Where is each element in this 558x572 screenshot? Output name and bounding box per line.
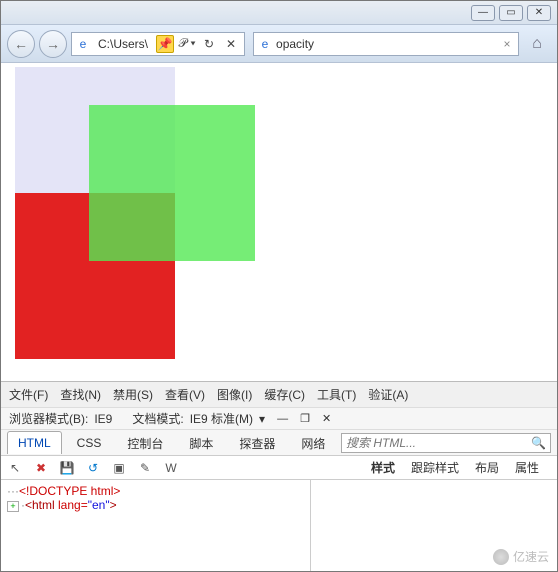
src-lang-attr: lang= — [58, 498, 88, 512]
menu-disable[interactable]: 禁用(S) — [113, 386, 153, 403]
src-html-open: <html — [25, 498, 58, 512]
tab-script[interactable]: 脚本 — [178, 430, 224, 456]
address-bar: ← → e C:\Users\ 📌 𝒫 ▾ ↻ ✕ e opacity × ⌂ — [1, 25, 557, 63]
edit-icon[interactable]: ✎ — [137, 460, 153, 476]
window-titlebar: — ▭ ✕ — [1, 1, 557, 25]
menu-tools[interactable]: 工具(T) — [317, 386, 356, 403]
menu-view[interactable]: 查看(V) — [165, 386, 205, 403]
demo-box-green — [89, 105, 255, 261]
doc-mode-value[interactable]: IE9 标准(M) — [190, 410, 253, 427]
devtools-toolbar: ↖ ✖ 💾 ↺ ▣ ✎ W 样式 跟踪样式 布局 属性 — [1, 455, 557, 479]
src-lang-val: "en" — [88, 498, 110, 512]
clear-cache-icon[interactable]: ✖ — [33, 460, 49, 476]
minimize-button[interactable]: — — [471, 5, 495, 21]
stop-icon[interactable]: ✕ — [222, 35, 240, 53]
save-icon[interactable]: 💾 — [59, 460, 75, 476]
compat-icon[interactable]: 📌 — [156, 35, 174, 53]
url-field[interactable]: e C:\Users\ 📌 𝒫 ▾ ↻ ✕ — [71, 32, 245, 56]
tab-css[interactable]: CSS — [66, 431, 113, 454]
home-button[interactable]: ⌂ — [523, 30, 551, 58]
menu-cache[interactable]: 缓存(C) — [264, 386, 305, 403]
tab-close-icon[interactable]: × — [500, 37, 514, 51]
wordwrap-icon[interactable]: W — [163, 460, 179, 476]
watermark-icon — [493, 549, 509, 565]
close-button[interactable]: ✕ — [527, 5, 551, 21]
select-element-icon[interactable]: ↖ — [7, 460, 23, 476]
watermark-text: 亿速云 — [513, 548, 549, 565]
devtools-menubar: 文件(F) 查找(N) 禁用(S) 查看(V) 图像(I) 缓存(C) 工具(T… — [1, 381, 557, 407]
menu-validate[interactable]: 验证(A) — [368, 386, 408, 403]
tab-console[interactable]: 控制台 — [116, 430, 174, 456]
watermark: 亿速云 — [493, 548, 549, 565]
menu-image[interactable]: 图像(I) — [217, 386, 252, 403]
url-text: C:\Users\ — [94, 37, 152, 51]
outline-icon[interactable]: ▣ — [111, 460, 127, 476]
maximize-button[interactable]: ▭ — [499, 5, 523, 21]
rtab-trace[interactable]: 跟踪样式 — [411, 459, 459, 476]
refresh-tree-icon[interactable]: ↺ — [85, 460, 101, 476]
rtab-attrs[interactable]: 属性 — [515, 459, 539, 476]
tree-expand-icon[interactable]: + — [7, 501, 19, 512]
dom-tree[interactable]: ···<!DOCTYPE html> +·<html lang="en"> — [1, 480, 311, 571]
mode-bar: 浏览器模式(B): IE9 文档模式: IE9 标准(M) ▾ — ❐ ✕ — [1, 407, 557, 429]
doc-mode-label: 文档模式: — [132, 410, 183, 427]
refresh-icon[interactable]: ↻ — [200, 35, 218, 53]
search-input[interactable] — [346, 436, 531, 450]
forward-button[interactable]: → — [39, 30, 67, 58]
tab-title: opacity — [276, 37, 314, 51]
browser-mode-label: 浏览器模式(B): — [9, 410, 88, 427]
devtools-minimize-icon[interactable]: — — [277, 413, 288, 425]
ie-tab-icon: e — [258, 37, 272, 51]
menu-find[interactable]: 查找(N) — [60, 386, 101, 403]
rtab-style[interactable]: 样式 — [371, 459, 395, 476]
rtab-layout[interactable]: 布局 — [475, 459, 499, 476]
menu-file[interactable]: 文件(F) — [9, 386, 48, 403]
src-html-close: > — [110, 498, 117, 512]
search-icon[interactable]: 🔍 — [531, 436, 546, 450]
back-button[interactable]: ← — [7, 30, 35, 58]
devtools-popout-icon[interactable]: ❐ — [300, 412, 310, 425]
right-panel-tabs: 样式 跟踪样式 布局 属性 — [371, 459, 551, 476]
tab-profiler[interactable]: 探查器 — [228, 430, 286, 456]
source-panel: ···<!DOCTYPE html> +·<html lang="en"> — [1, 479, 557, 571]
html-search[interactable]: 🔍 — [341, 433, 551, 453]
tab-html[interactable]: HTML — [7, 431, 62, 454]
search-dropdown-icon[interactable]: 𝒫 ▾ — [178, 35, 196, 53]
mode-dropdown-icon[interactable]: ▾ — [259, 412, 265, 426]
page-viewport — [1, 63, 557, 381]
tab-network[interactable]: 网络 — [290, 430, 336, 456]
browser-tab[interactable]: e opacity × — [253, 32, 519, 56]
browser-mode-value[interactable]: IE9 — [94, 412, 112, 426]
devtools-tabs: HTML CSS 控制台 脚本 探查器 网络 🔍 — [1, 429, 557, 455]
ie-page-icon: e — [76, 37, 90, 51]
devtools-close-icon[interactable]: ✕ — [322, 412, 331, 425]
src-doctype: <!DOCTYPE html> — [19, 484, 120, 498]
